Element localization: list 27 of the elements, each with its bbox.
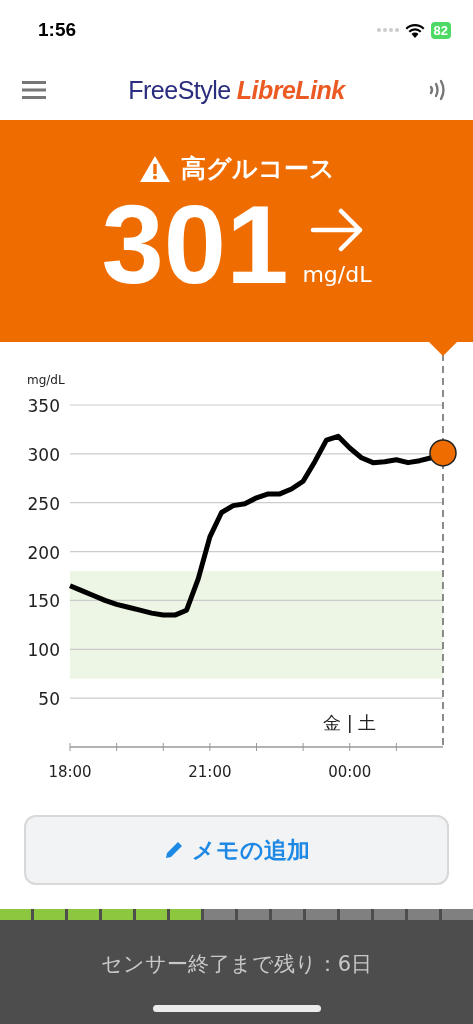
trend-arrow-icon xyxy=(309,208,364,252)
y-tick-label: 250 xyxy=(27,493,60,514)
app-logo: FreeStyle LibreLink xyxy=(128,75,345,105)
signal-dots-icon xyxy=(376,28,399,32)
day-label: 金 | 土 xyxy=(323,712,377,733)
glucose-value: 301 xyxy=(101,189,289,301)
x-tick-label: 00:00 xyxy=(328,763,372,781)
y-tick-label: 50 xyxy=(38,689,60,710)
battery-level: 82 xyxy=(430,21,451,39)
menu-icon[interactable] xyxy=(22,80,46,100)
glucose-unit: mg/dL xyxy=(302,262,372,287)
y-axis-unit: mg/dL xyxy=(27,373,65,387)
y-tick-label: 100 xyxy=(27,640,60,661)
warning-icon xyxy=(138,154,171,183)
add-memo-button[interactable]: メモの追加 xyxy=(24,815,449,885)
pencil-icon xyxy=(163,840,184,860)
y-tick-label: 350 xyxy=(27,396,60,416)
sensor-remaining-text: センサー終了まで残り：6日 xyxy=(100,951,373,978)
x-tick-label: 21:00 xyxy=(188,763,232,781)
current-reading-dot xyxy=(429,439,457,467)
y-tick-label: 300 xyxy=(27,444,60,465)
x-tick-label: 18:00 xyxy=(48,763,92,781)
y-tick-label: 150 xyxy=(27,591,60,612)
y-tick-label: 200 xyxy=(27,542,60,563)
wifi-icon xyxy=(404,22,425,38)
status-time: 1:56 xyxy=(38,19,77,41)
alert-title: 高グルコース xyxy=(180,153,335,185)
